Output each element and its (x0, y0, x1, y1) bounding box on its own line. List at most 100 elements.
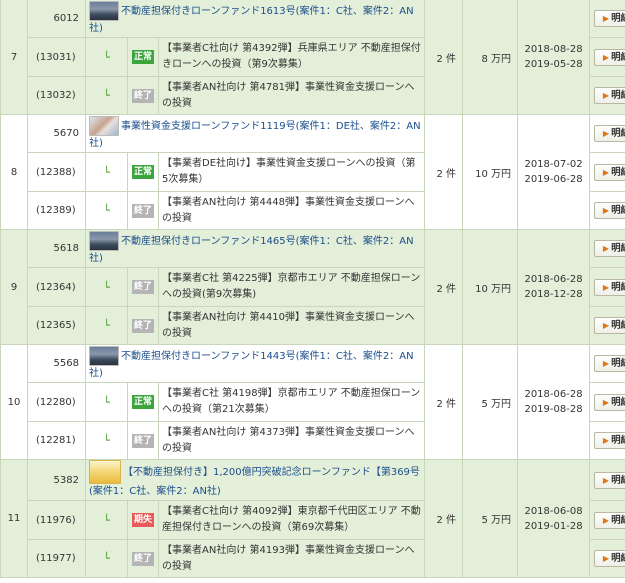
detail-button-label: 明細 (611, 358, 625, 369)
triangle-right-icon: ▶ (602, 397, 610, 407)
detail-button[interactable]: ▶明細 (593, 471, 625, 489)
fund-thumbnail[interactable] (89, 460, 121, 484)
loan-id: (11976) (27, 500, 86, 540)
status-badge: 終了 (132, 318, 154, 333)
detail-cell: ▶明細 (589, 0, 625, 38)
sub-arrow-icon: └ (85, 191, 128, 230)
detail-cell: ▶明細 (589, 382, 625, 422)
fund-cell: 事業性資金支援ローンファンド1119号(案件1：DE社、案件2：AN社) (84, 114, 426, 153)
loan-count: 2 件 (424, 114, 464, 230)
fund-name-link[interactable]: 不動産担保付きローンファンド1443号(案件1：C社、案件2：AN社) (89, 351, 414, 379)
start-date: 2018-06-28 (524, 389, 583, 400)
fund-row: 8 5670 事業性資金支援ローンファンド1119号(案件1：DE社、案件2：AN社… (0, 114, 625, 230)
fund-thumbnail[interactable] (89, 345, 119, 366)
triangle-right-icon: ▶ (602, 14, 610, 23)
detail-button[interactable]: ▶明細 (593, 511, 625, 529)
detail-cell: ▶明細 (589, 191, 625, 230)
detail-button[interactable]: ▶明細 (593, 87, 625, 104)
status-cell: 終了 (127, 76, 159, 115)
detail-button[interactable]: ▶明細 (593, 163, 625, 181)
detail-button-label: 明細 (611, 474, 625, 486)
triangle-right-icon: ▶ (602, 91, 610, 100)
fund-name-link[interactable]: 事業性資金支援ローンファンド1119号(案件1：DE社、案件2：AN社) (89, 121, 421, 149)
loan-count: 2 件 (424, 229, 464, 345)
end-date: 2019-06-28 (524, 174, 583, 185)
detail-cell: ▶明細 (589, 459, 625, 501)
status-badge: 終了 (132, 280, 154, 294)
fund-id: 5568 (27, 344, 86, 383)
sub-arrow-icon: └ (85, 500, 128, 540)
detail-button[interactable]: ▶明細 (593, 317, 625, 334)
detail-button[interactable]: ▶明細 (593, 393, 625, 411)
fund-thumbnail[interactable] (89, 230, 119, 251)
period-dates: 2018-06-28 2019-08-28 (517, 344, 591, 460)
detail-cell: ▶明細 (589, 421, 625, 460)
sub-arrow-icon: └ (85, 539, 128, 578)
status-cell: 終了 (127, 267, 159, 307)
detail-button[interactable]: ▶明細 (593, 10, 625, 27)
detail-cell: ▶明細 (589, 37, 625, 77)
end-date: 2019-01-28 (524, 520, 583, 532)
loan-id: (12389) (27, 191, 86, 230)
sub-arrow-icon: └ (85, 152, 128, 192)
detail-button-label: 明細 (611, 51, 625, 63)
status-badge: 正常 (132, 165, 154, 179)
fund-name-link[interactable]: 不動産担保付きローンファンド1465号(案件1：C社、案件2：AN社) (89, 236, 414, 264)
row-index: 7 (0, 0, 28, 115)
end-date: 2018-12-28 (524, 289, 583, 300)
detail-cell: ▶明細 (589, 114, 625, 153)
fund-cell: 【不動産担保付き】1,200億円突破記念ローンファンド【第369号(案件1：C社… (84, 459, 426, 501)
invest-amount: 5 万円 (462, 459, 519, 578)
fund-cell: 不動産担保付きローンファンド1613号(案件1：C社、案件2：AN社) (84, 0, 426, 38)
status-badge: 終了 (132, 203, 154, 218)
detail-button[interactable]: ▶明細 (593, 48, 625, 66)
loan-description: 【事業者AN社向け 第4781弾】事業性資金支援ローンへの投資 (157, 76, 426, 115)
period-dates: 2018-06-28 2018-12-28 (517, 229, 591, 345)
triangle-right-icon: ▶ (602, 206, 610, 215)
fund-thumbnail[interactable] (89, 115, 119, 136)
detail-button[interactable]: ▶明細 (593, 278, 625, 296)
detail-cell: ▶明細 (589, 229, 625, 268)
detail-cell: ▶明細 (589, 344, 625, 383)
triangle-right-icon: ▶ (602, 359, 610, 368)
loan-count: 2 件 (424, 0, 464, 115)
invest-amount: 5 万円 (462, 344, 519, 460)
detail-cell: ▶明細 (589, 152, 625, 192)
row-index: 9 (0, 229, 28, 345)
sub-arrow-icon: └ (85, 382, 128, 422)
status-badge: 期失 (132, 513, 154, 527)
fund-name-link[interactable]: 【不動産担保付き】1,200億円突破記念ローンファンド【第369号(案件1：C社… (89, 467, 420, 497)
loan-id: (12280) (27, 382, 86, 422)
detail-button[interactable]: ▶明細 (593, 550, 625, 567)
period-dates: 2018-06-08 2019-01-28 (517, 459, 591, 578)
sub-arrow-icon: └ (85, 421, 128, 460)
fund-thumbnail[interactable] (89, 0, 119, 21)
loan-id: (12365) (27, 306, 86, 345)
fund-row: 11 5382 【不動産担保付き】1,200億円突破記念ローンファンド【第369号(… (0, 459, 625, 578)
fund-cell: 不動産担保付きローンファンド1443号(案件1：C社、案件2：AN社) (84, 344, 426, 383)
status-badge: 終了 (132, 551, 154, 566)
detail-button-label: 明細 (611, 90, 625, 101)
status-badge: 終了 (132, 433, 154, 448)
detail-button[interactable]: ▶明細 (593, 432, 625, 449)
triangle-right-icon: ▶ (602, 167, 610, 177)
loan-description: 【事業者C社向け 第4092弾】東京都千代田区エリア 不動産担保付きローンへの投… (157, 500, 426, 540)
detail-button[interactable]: ▶明細 (593, 125, 625, 142)
status-badge: 正常 (132, 395, 154, 409)
fund-name-link[interactable]: 不動産担保付きローンファンド1613号(案件1：C社、案件2：AN社) (89, 6, 414, 34)
loan-description: 【事業者AN社向け 第4193弾】事業性資金支援ローンへの投資 (157, 539, 426, 578)
detail-button[interactable]: ▶明細 (593, 355, 625, 372)
start-date: 2018-07-02 (524, 159, 583, 170)
status-badge: 終了 (132, 88, 154, 103)
detail-cell: ▶明細 (589, 267, 625, 307)
detail-button[interactable]: ▶明細 (593, 202, 625, 219)
detail-button-label: 明細 (611, 320, 625, 331)
fund-row: 9 5618 不動産担保付きローンファンド1465号(案件1：C社、案件2：AN社)… (0, 229, 625, 345)
loan-description: 【事業者DE社向け】事業性資金支援ローンへの投資（第5次募集） (157, 152, 426, 192)
invest-amount: 10 万円 (462, 114, 519, 230)
period-dates: 2018-07-02 2019-06-28 (517, 114, 591, 230)
sub-arrow-icon: └ (85, 76, 128, 115)
triangle-right-icon: ▶ (602, 282, 610, 292)
loan-description: 【事業者AN社向け 第4448弾】事業性資金支援ローンへの投資 (157, 191, 426, 230)
detail-button[interactable]: ▶明細 (593, 240, 625, 257)
